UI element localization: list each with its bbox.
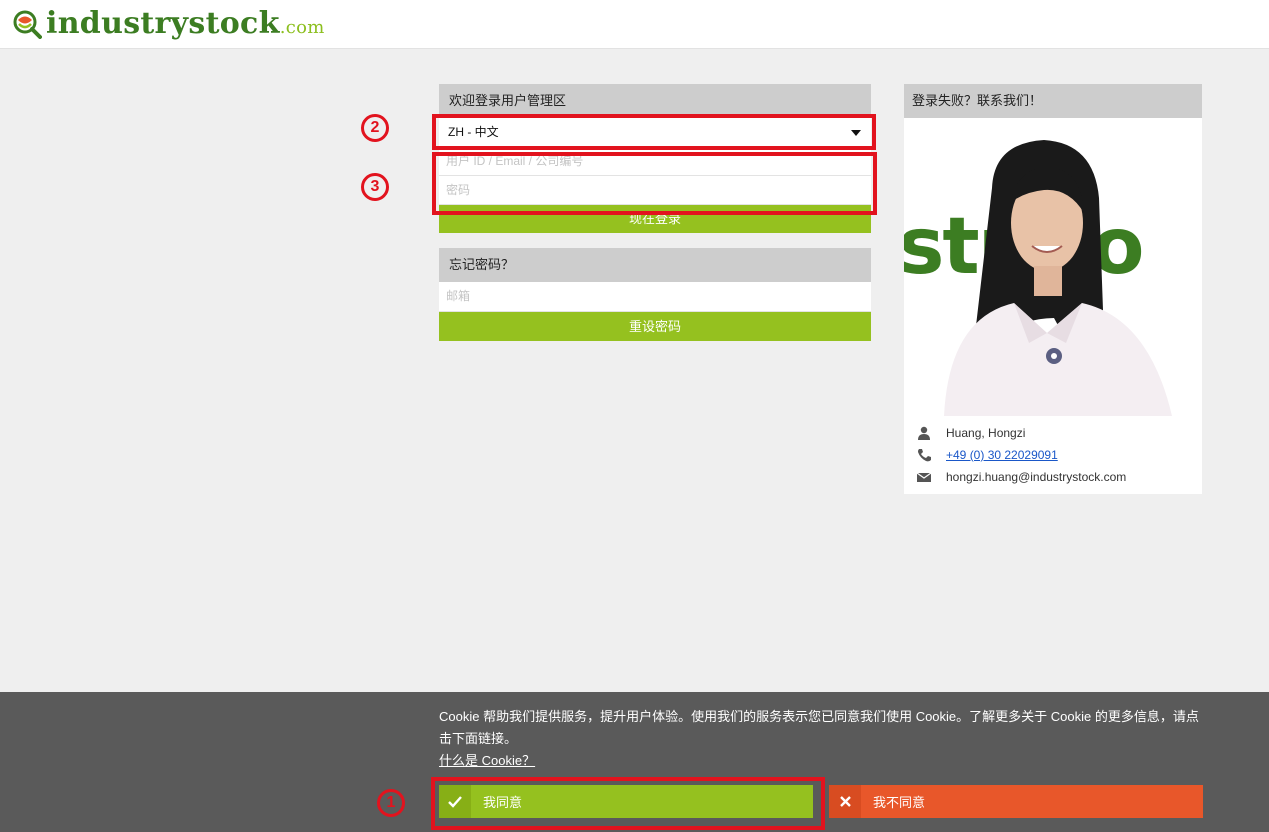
reset-password-button[interactable]: 重设密码	[439, 312, 871, 341]
site-header: industrystock.com	[0, 0, 1269, 49]
contact-email: hongzi.huang@industrystock.com	[946, 470, 1127, 484]
forgot-password-panel: 忘记密码？ 邮箱 重设密码	[439, 248, 871, 341]
annotation-box-agree	[431, 777, 825, 830]
cookie-info-link[interactable]: 什么是 Cookie？	[439, 750, 535, 769]
contact-name-row: Huang, Hongzi	[916, 426, 1025, 440]
contact-phone-row: +49 (0) 30 22029091	[916, 448, 1058, 462]
email-input[interactable]: 邮箱	[439, 282, 871, 312]
person-icon	[918, 426, 930, 440]
contact-panel-title: 登录失败？联系我们！	[904, 84, 1202, 118]
contact-panel: 登录失败？联系我们！ str oo Huang, Hongzi +49 (0) …	[904, 84, 1202, 494]
annotation-badge-3: 3	[361, 173, 389, 201]
forgot-password-title: 忘记密码？	[439, 248, 871, 282]
login-panel-title: 欢迎登录用户管理区	[439, 84, 871, 118]
site-logo[interactable]: industrystock.com	[12, 6, 325, 41]
close-icon	[829, 785, 861, 818]
annotation-badge-1: 1	[377, 789, 405, 817]
cookie-disagree-button[interactable]: 我不同意	[829, 785, 1203, 818]
annotation-badge-2: 2	[361, 114, 389, 142]
logo-wordmark: industrystock.com	[46, 6, 325, 41]
contact-photo: str oo	[904, 118, 1202, 416]
person-photo-illustration	[944, 140, 1172, 416]
envelope-icon	[916, 472, 932, 482]
cookie-message: Cookie 帮助我们提供服务，提升用户体验。使用我们的服务表示您已同意我们使用…	[439, 709, 1199, 746]
globe-search-icon	[13, 10, 42, 39]
contact-phone-link[interactable]: +49 (0) 30 22029091	[946, 448, 1058, 462]
phone-icon	[918, 449, 931, 462]
annotation-box-language	[432, 114, 876, 150]
contact-email-row: hongzi.huang@industrystock.com	[916, 470, 1126, 484]
contact-name: Huang, Hongzi	[946, 426, 1026, 440]
cookie-disagree-label: 我不同意	[873, 795, 926, 810]
annotation-box-credentials	[432, 152, 877, 215]
